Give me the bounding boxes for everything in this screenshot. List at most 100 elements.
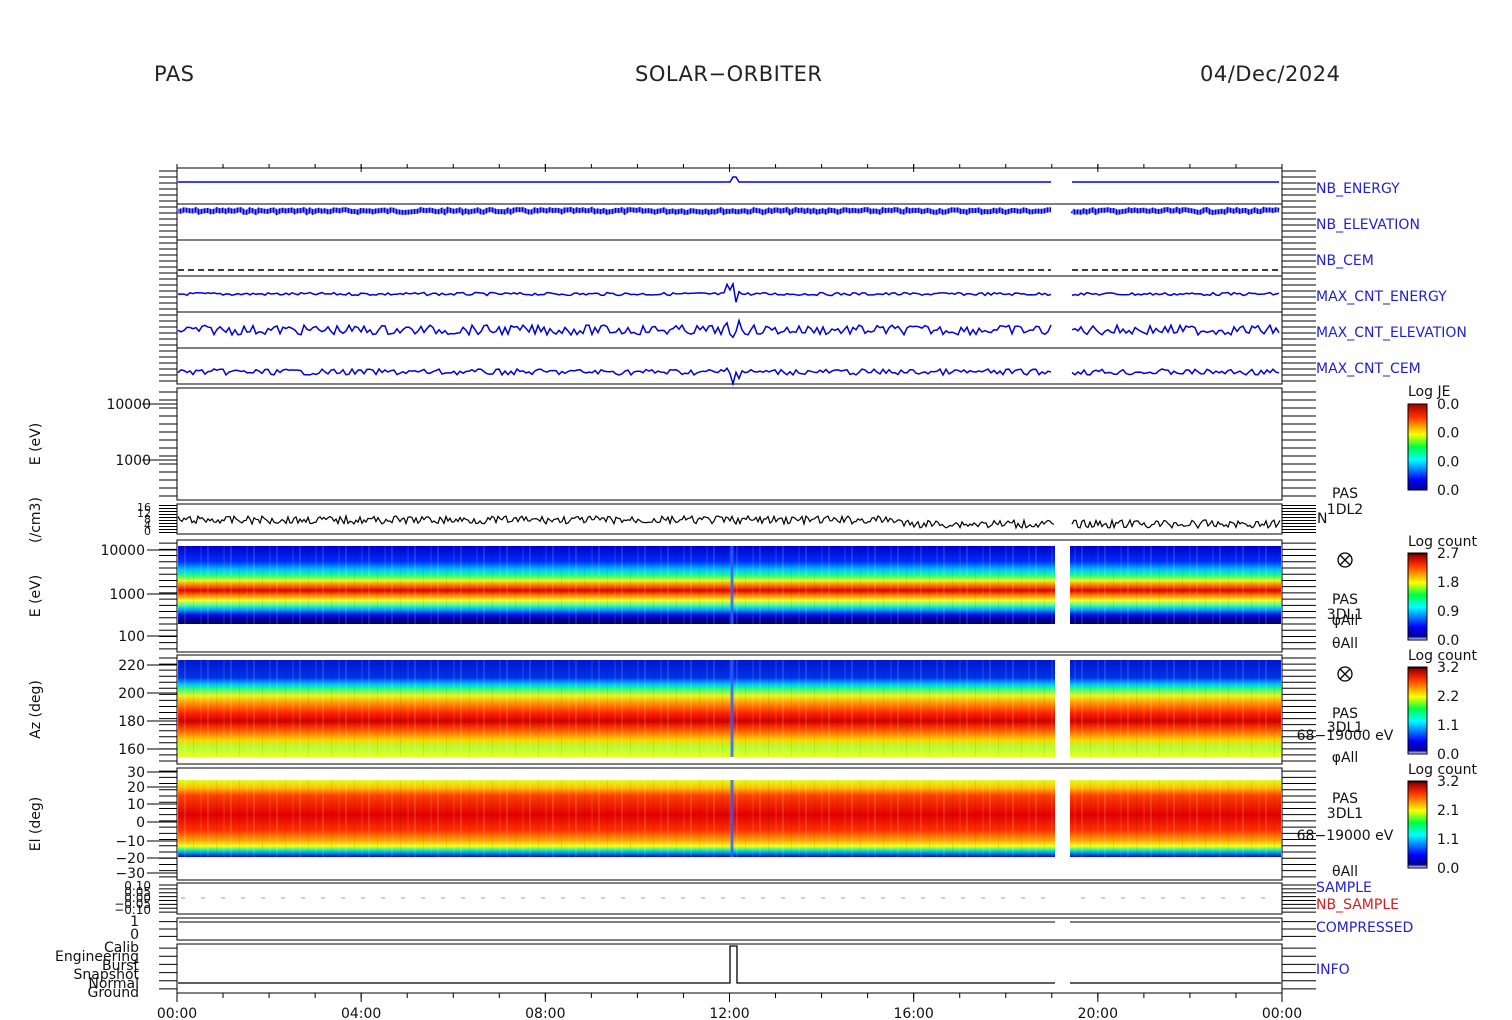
colorbar-tick-label: 0.0 — [1437, 633, 1459, 649]
data-gap — [1055, 769, 1070, 879]
summary-plot: NB_ENERGY NB_ELEVATION NB_CEM MAX_CNT_ENERG… — [28, 164, 1477, 1020]
spectrogram-right-label: 68−19000 eV — [1297, 728, 1394, 744]
y-tick-label: 20 — [127, 780, 145, 796]
density-trace — [177, 513, 1281, 530]
colorbar-tick-label: 2.7 — [1437, 546, 1459, 562]
y-tick-label: 10 — [127, 797, 145, 813]
y-tick-label: 160 — [118, 742, 145, 758]
data-gap — [1055, 945, 1070, 992]
x-tick-label: 00:00 — [157, 1006, 197, 1020]
energy-panel-frame — [176, 387, 1283, 501]
colorbar-tick-label: 3.2 — [1437, 774, 1459, 790]
colorbar-tick-label: 0.0 — [1437, 454, 1459, 470]
colorbar-tick-label: 0.0 — [1437, 861, 1459, 877]
energy-panel-ylabel: E (eV) — [28, 423, 44, 465]
density-label-instrument: PAS — [1332, 486, 1358, 502]
x-tick-label: 12:00 — [709, 1006, 749, 1020]
azimuth-spectrogram-texture — [1070, 660, 1281, 757]
density-panel-ylabel: (/cm3) — [28, 497, 44, 543]
trace-line — [177, 206, 1280, 216]
elevation-spectrogram-texture — [1070, 780, 1281, 857]
trace-panel-frame — [176, 167, 1283, 205]
colorbar-tick-label: 1.1 — [1437, 718, 1459, 734]
colorbar-tick-label: 0.0 — [1437, 397, 1459, 413]
azimuth-spectrogram-colorbar — [1407, 666, 1428, 755]
y-tick-label: 180 — [118, 714, 145, 730]
trace-line — [177, 366, 1280, 387]
y-tick-label: 10000 — [100, 543, 145, 559]
info-label: INFO — [1316, 962, 1350, 978]
colorbar-tick-label: 3.2 — [1437, 660, 1459, 676]
x-tick-label: 16:00 — [893, 1006, 933, 1020]
colorbar-tick-label: 0.0 — [1437, 747, 1459, 763]
elevation-spectrogram-texture — [178, 780, 1055, 857]
info-state-label: Ground — [88, 985, 140, 1001]
y-tick-label: −20 — [115, 851, 145, 867]
x-tick-label: 00:00 — [1262, 1006, 1302, 1020]
compressed-panel-frame — [176, 917, 1283, 941]
data-gap — [1055, 205, 1070, 239]
colorbar-tick-label: 0.0 — [1437, 426, 1459, 442]
sample-label: SAMPLE — [1316, 880, 1372, 896]
energy-spectrogram-ylabel: E (eV) — [28, 575, 44, 617]
trace-label: MAX_CNT_ENERGY — [1316, 289, 1447, 305]
trace-line — [178, 176, 1279, 183]
y-tick-label: 10000 — [106, 397, 151, 413]
trace-line — [177, 317, 1280, 339]
y-tick-label: 100 — [118, 629, 145, 645]
data-gap — [1055, 349, 1070, 383]
energy-spectrogram-texture — [178, 546, 1055, 624]
y-tick-label: 30 — [127, 765, 145, 781]
elevation-spectrogram-colorbar — [1407, 780, 1428, 869]
data-gap — [1055, 313, 1070, 347]
spectrogram-right-label: θAll — [1332, 636, 1358, 652]
colorbar-tick-label: 1.8 — [1437, 575, 1459, 591]
colorbar-tick-label: 0.9 — [1437, 604, 1459, 620]
trace-label: NB_ENERGY — [1316, 181, 1400, 197]
y-tick-label: 0 — [144, 525, 151, 538]
colorbar-tick-label: 0.0 — [1437, 483, 1459, 499]
data-gap — [1055, 919, 1070, 939]
energy-panel-colorbar — [1407, 403, 1428, 491]
compressed-label: COMPRESSED — [1316, 920, 1413, 936]
spectrogram-right-label: θAll — [1332, 864, 1358, 880]
energy-spectrogram-colorbar — [1407, 552, 1428, 641]
trace-line — [177, 281, 1280, 303]
direction-into-page-icon — [1339, 554, 1351, 566]
spectrogram-right-label: 68−19000 eV — [1297, 828, 1394, 844]
data-gap — [1055, 389, 1070, 499]
spectrogram-right-label: PAS — [1332, 791, 1358, 807]
data-gap — [1055, 656, 1070, 763]
x-tick-label: 08:00 — [525, 1006, 565, 1020]
density-panel-frame — [176, 503, 1283, 535]
y-tick-label: 220 — [118, 658, 145, 674]
spectrogram-right-label: PAS — [1332, 592, 1358, 608]
y-tick-label: −10 — [115, 834, 145, 850]
y-tick-label: 200 — [118, 686, 145, 702]
info-trace — [178, 945, 1281, 984]
density-label-level: 1DL2 — [1327, 502, 1363, 518]
data-gap — [1055, 541, 1070, 651]
data-gap — [1055, 884, 1070, 913]
trace-label: NB_ELEVATION — [1316, 217, 1420, 233]
y-tick-label: 1000 — [115, 453, 151, 469]
data-gap — [1055, 241, 1070, 275]
energy-spectrogram-texture — [1070, 546, 1281, 624]
spectrogram-right-label: φAll — [1332, 750, 1359, 766]
trace-label: NB_CEM — [1316, 253, 1374, 269]
y-tick-label: 1000 — [109, 587, 145, 603]
y-tick-label: 0 — [136, 815, 145, 831]
azimuth-spectrogram-texture — [178, 660, 1055, 757]
elevation-spectrogram-ylabel: El (deg) — [28, 797, 44, 852]
spectrogram-right-label: φAll — [1332, 613, 1359, 629]
direction-into-page-icon — [1339, 668, 1351, 680]
x-tick-label: 04:00 — [341, 1006, 381, 1020]
data-gap — [1055, 277, 1070, 311]
data-gap — [1055, 169, 1070, 203]
x-tick-label: 20:00 — [1078, 1006, 1118, 1020]
trace-panel-frame — [176, 347, 1283, 385]
trace-label: MAX_CNT_CEM — [1316, 361, 1421, 377]
colorbar-tick-label: 2.1 — [1437, 803, 1459, 819]
colorbar-tick-label: 2.2 — [1437, 689, 1459, 705]
density-label-quantity: N — [1317, 511, 1327, 527]
